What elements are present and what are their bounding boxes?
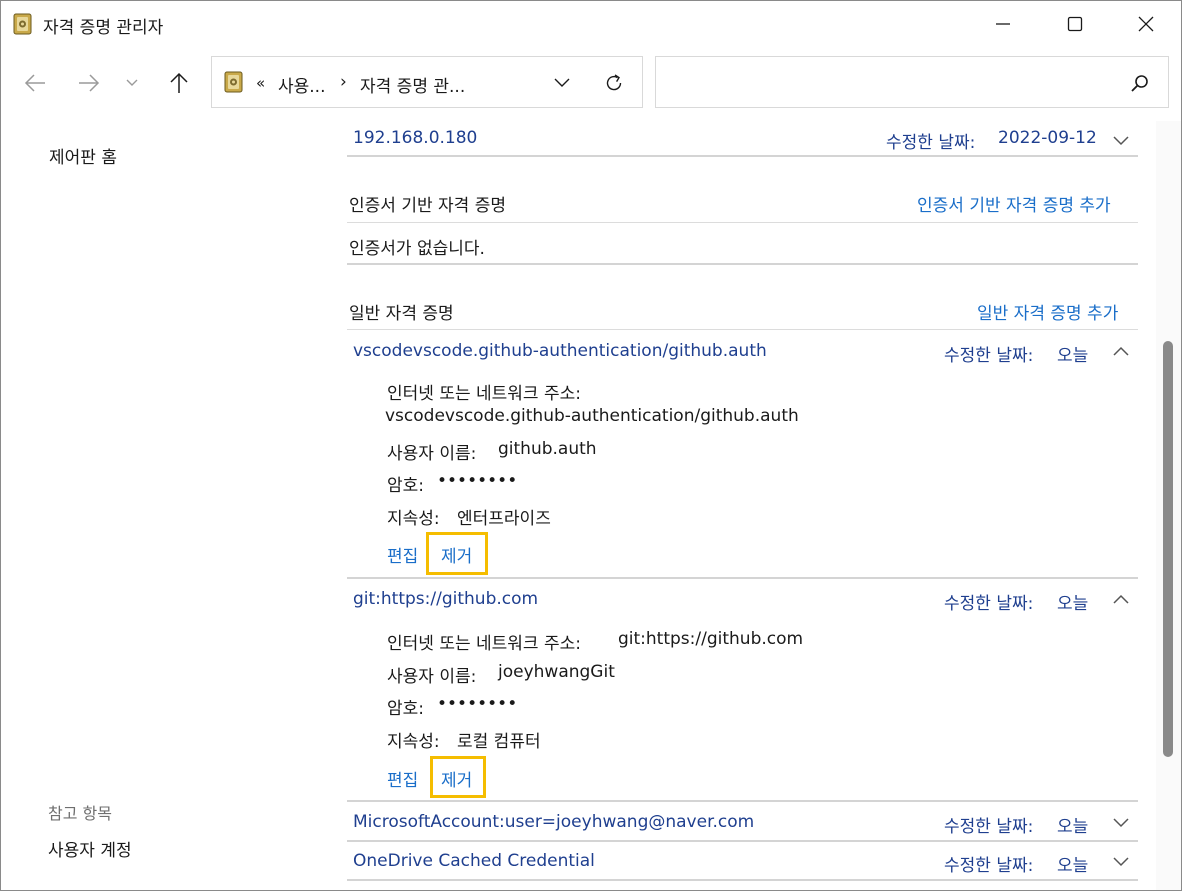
minimize-button[interactable] (980, 1, 1026, 47)
username-label: 사용자 이름: (387, 444, 477, 464)
persistence-label: 지속성: (387, 732, 440, 752)
maximize-button[interactable] (1052, 1, 1098, 47)
username-value: joeyhwangGit (498, 662, 615, 682)
divider (347, 155, 1138, 157)
modified-label: 수정한 날짜: (944, 856, 1034, 876)
no-certificates-text: 인증서가 없습니다. (349, 239, 485, 259)
search-icon[interactable] (1130, 73, 1150, 93)
control-panel-home-link[interactable]: 제어판 홈 (49, 143, 117, 168)
back-arrow-icon (24, 74, 45, 92)
close-button[interactable] (1123, 1, 1169, 47)
back-button[interactable] (17, 63, 53, 103)
user-accounts-link[interactable]: 사용자 계정 (48, 836, 132, 861)
credential-row-git-github[interactable]: git:https://github.com 수정한 날짜: 오늘 (347, 579, 1138, 615)
credential-row-microsoft-account[interactable]: MicrosoftAccount:user=joeyhwang@naver.co… (347, 802, 1138, 840)
credential-vault-icon (13, 13, 32, 35)
title-bar: 자격 증명 관리자 (1, 1, 1181, 47)
minimize-icon (996, 23, 1010, 25)
credential-row-onedrive[interactable]: OneDrive Cached Credential 수정한 날짜: 오늘 (347, 842, 1138, 880)
address-dropdown-button[interactable] (548, 69, 576, 97)
divider (347, 329, 1138, 330)
modified-label: 수정한 날짜: (886, 133, 976, 153)
remove-link[interactable]: 제거 (441, 542, 472, 567)
modified-label: 수정한 날짜: (944, 346, 1034, 366)
modified-date: 오늘 (1057, 817, 1089, 837)
password-label: 암호: (387, 476, 425, 496)
up-button[interactable] (161, 63, 197, 103)
close-icon (1138, 16, 1154, 32)
recent-locations-button[interactable] (117, 63, 147, 103)
credential-name[interactable]: vscodevscode.github-authentication/githu… (353, 341, 767, 361)
chevron-down-icon (126, 79, 138, 86)
modified-date: 오늘 (1057, 594, 1089, 614)
username-value: github.auth (498, 439, 597, 459)
persistence-value: 엔터프라이즈 (457, 509, 551, 529)
address-value: git:https://github.com (618, 629, 804, 649)
generic-section-title: 일반 자격 증명 (349, 304, 454, 324)
password-label: 암호: (387, 699, 425, 719)
address-bar[interactable]: « 사용... › 자격 증명 관... (211, 56, 643, 108)
refresh-button[interactable] (600, 69, 628, 97)
window-title: 자격 증명 관리자 (43, 18, 164, 38)
credential-vault-icon (224, 71, 243, 93)
credential-name[interactable]: git:https://github.com (353, 589, 538, 609)
password-value: •••••••• (437, 694, 518, 714)
add-generic-credential-link[interactable]: 일반 자격 증명 추가 (977, 299, 1118, 324)
credential-row-192-168-0-180[interactable]: 192.168.0.180 수정한 날짜: 2022-09-12 (347, 121, 1138, 157)
credentials-list: 192.168.0.180 수정한 날짜: 2022-09-12 인증서 기반 … (347, 121, 1139, 890)
search-input[interactable] (655, 56, 1169, 108)
divider (347, 879, 1138, 881)
divider (347, 222, 1138, 223)
breadcrumb-credential-manager[interactable]: 자격 증명 관... (360, 72, 465, 97)
chevron-up-icon[interactable] (1111, 592, 1131, 606)
certificate-section-title: 인증서 기반 자격 증명 (349, 196, 506, 216)
breadcrumb-separator[interactable]: › (340, 72, 347, 92)
address-label: 인터넷 또는 네트워크 주소: (387, 634, 581, 654)
address-overflow-chevron[interactable]: « (256, 74, 265, 92)
remove-link[interactable]: 제거 (441, 766, 472, 791)
chevron-up-icon[interactable] (1111, 344, 1131, 358)
scrollbar-thumb[interactable] (1163, 341, 1173, 757)
modified-label: 수정한 날짜: (944, 817, 1034, 837)
persistence-value: 로컬 컴퓨터 (457, 732, 541, 752)
forward-arrow-icon (79, 74, 100, 92)
see-also-heading: 참고 항목 (48, 804, 112, 823)
address-value: vscodevscode.github-authentication/githu… (385, 406, 799, 426)
address-label: 인터넷 또는 네트워크 주소: (387, 384, 581, 404)
chevron-down-icon[interactable] (1111, 855, 1131, 869)
password-value: •••••••• (437, 471, 518, 491)
credential-row-github-auth[interactable]: vscodevscode.github-authentication/githu… (347, 331, 1138, 367)
up-arrow-icon (170, 72, 188, 93)
modified-date: 오늘 (1057, 856, 1089, 876)
add-certificate-credential-link[interactable]: 인증서 기반 자격 증명 추가 (917, 191, 1111, 216)
edit-link[interactable]: 편집 (387, 542, 418, 567)
maximize-icon (1067, 16, 1083, 32)
modified-date: 2022-09-12 (998, 128, 1097, 148)
chevron-down-icon[interactable] (1111, 816, 1131, 830)
breadcrumb-user-accounts[interactable]: 사용... (278, 72, 326, 97)
credential-name[interactable]: OneDrive Cached Credential (353, 851, 595, 871)
modified-label: 수정한 날짜: (944, 594, 1034, 614)
credential-name[interactable]: 192.168.0.180 (353, 128, 477, 148)
modified-date: 오늘 (1057, 346, 1089, 366)
credential-manager-window: 자격 증명 관리자 « 사용... › 자격 증명 관... 제어판 홈 참고 … (0, 0, 1182, 891)
divider (347, 263, 1138, 265)
credential-name[interactable]: MicrosoftAccount:user=joeyhwang@naver.co… (353, 812, 754, 832)
forward-button[interactable] (71, 63, 107, 103)
refresh-icon (606, 74, 622, 91)
chevron-down-icon[interactable] (1111, 134, 1131, 148)
chevron-down-icon (554, 78, 570, 87)
username-label: 사용자 이름: (387, 667, 477, 687)
edit-link[interactable]: 편집 (387, 766, 418, 791)
persistence-label: 지속성: (387, 509, 440, 529)
